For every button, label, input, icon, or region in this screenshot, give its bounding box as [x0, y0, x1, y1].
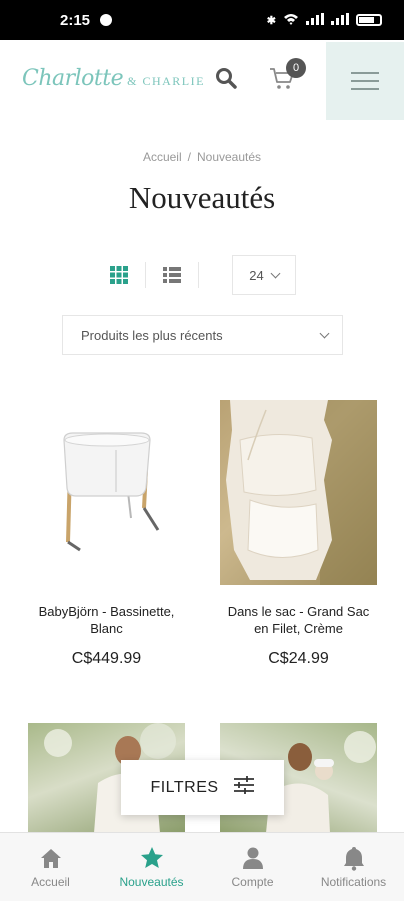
product-card[interactable]: BabyBjörn - Bassinette, Blanc C$449.99	[28, 400, 185, 668]
hamburger-menu-icon[interactable]	[326, 42, 404, 120]
bell-icon	[343, 847, 364, 871]
sliders-icon	[233, 776, 255, 799]
home-icon	[40, 849, 61, 868]
tab-notifications[interactable]: Notifications	[303, 833, 404, 901]
cart-count-badge: 0	[286, 58, 306, 78]
filters-label: FILTRES	[150, 778, 219, 796]
tab-label: Notifications	[320, 875, 387, 889]
chevron-down-icon	[270, 268, 281, 278]
product-price: C$24.99	[268, 650, 329, 667]
product-name[interactable]: Dans le sac - Grand Sac en Filet, Crème	[220, 603, 377, 637]
product-image-mesh-bag[interactable]	[220, 400, 377, 585]
tab-label: Accueil	[31, 875, 70, 889]
chevron-down-icon	[319, 328, 330, 338]
tab-account[interactable]: Compte	[202, 833, 303, 901]
list-view-icon[interactable]	[162, 265, 182, 285]
tab-new-arrivals[interactable]: Nouveautés	[101, 833, 202, 901]
tab-home[interactable]: Accueil	[0, 833, 101, 901]
battery-icon	[356, 14, 382, 26]
user-icon	[242, 847, 263, 869]
bottom-tab-bar: Accueil Nouveautés Compte Notifications	[0, 832, 404, 901]
search-icon[interactable]	[214, 66, 240, 92]
tab-label: Compte	[231, 875, 274, 889]
product-price: C$449.99	[71, 650, 142, 667]
toolbar-divider	[145, 262, 146, 288]
sort-select[interactable]: Produits les plus récents	[62, 315, 343, 355]
logo-caps: & CHARLIE	[127, 74, 205, 88]
logo-script: Charlotte	[22, 66, 124, 91]
notification-dot-icon	[100, 14, 113, 26]
status-bar: 2:15 ✱	[0, 0, 404, 40]
wifi-icon	[283, 13, 299, 28]
product-card[interactable]: Dans le sac - Grand Sac en Filet, Crème …	[220, 400, 377, 668]
grid-view-icon[interactable]	[109, 265, 129, 285]
star-icon	[140, 847, 163, 868]
breadcrumb-home-link[interactable]: Accueil	[143, 150, 182, 164]
status-icons: ✱	[266, 12, 382, 28]
page-title: Nouveautés	[128, 180, 276, 215]
status-time: 2:15	[60, 11, 91, 29]
product-name[interactable]: BabyBjörn - Bassinette, Blanc	[28, 603, 185, 637]
toolbar-divider	[198, 262, 199, 288]
filters-button[interactable]: FILTRES	[121, 760, 284, 815]
brand-logo[interactable]: Charlotte & CHARLIE	[22, 66, 205, 96]
bluetooth-icon: ✱	[266, 14, 276, 27]
signal-2-icon	[331, 12, 349, 28]
per-page-select[interactable]: 24	[232, 255, 296, 295]
breadcrumb-current: Nouveautés	[196, 150, 262, 164]
per-page-value: 24	[249, 267, 264, 283]
breadcrumb-separator: /	[187, 150, 191, 164]
product-image-bassinet[interactable]	[28, 400, 185, 585]
breadcrumb: Accueil / Nouveautés	[0, 150, 404, 164]
signal-icon	[306, 12, 324, 28]
sort-selected-value: Produits les plus récents	[81, 327, 223, 343]
tab-label: Nouveautés	[119, 875, 184, 889]
